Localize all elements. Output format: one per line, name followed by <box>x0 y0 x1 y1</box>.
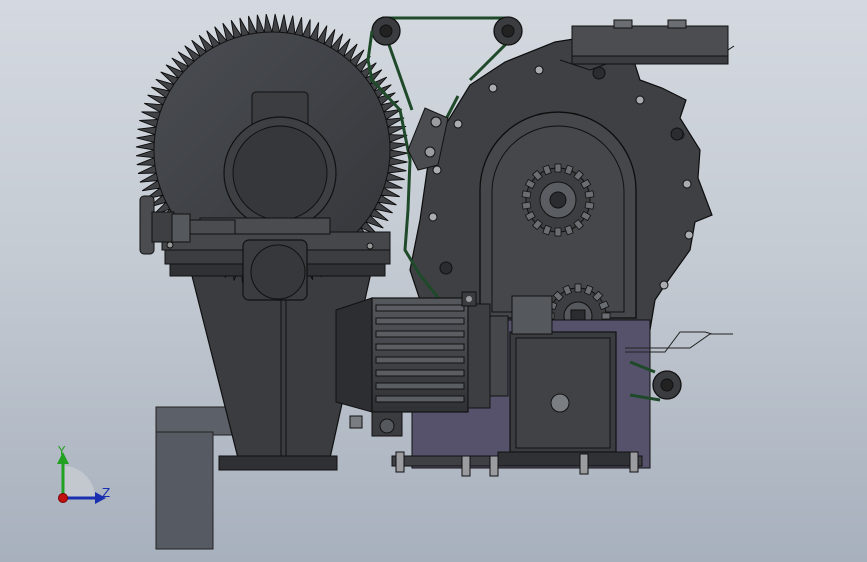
sprocket-tooth <box>584 190 595 199</box>
x-axis-dot <box>58 493 68 503</box>
sprocket-tooth <box>574 283 582 293</box>
support-post[interactable] <box>155 406 237 550</box>
output-bearing-block[interactable] <box>242 239 308 301</box>
z-axis-label: Z <box>102 486 110 500</box>
axis-triad[interactable]: Y Z <box>57 444 110 504</box>
top-bracket[interactable] <box>559 19 735 71</box>
sprocket-tooth <box>584 201 595 210</box>
upper-sprocket[interactable] <box>521 163 595 237</box>
cad-viewport[interactable]: Y Z <box>0 0 867 562</box>
sprocket-tooth <box>601 312 611 320</box>
y-axis-label: Y <box>57 444 66 458</box>
sprocket-tooth <box>554 163 562 173</box>
sprocket-tooth <box>521 190 532 199</box>
sprocket-tooth <box>521 201 532 210</box>
sprocket-tooth <box>554 227 562 237</box>
